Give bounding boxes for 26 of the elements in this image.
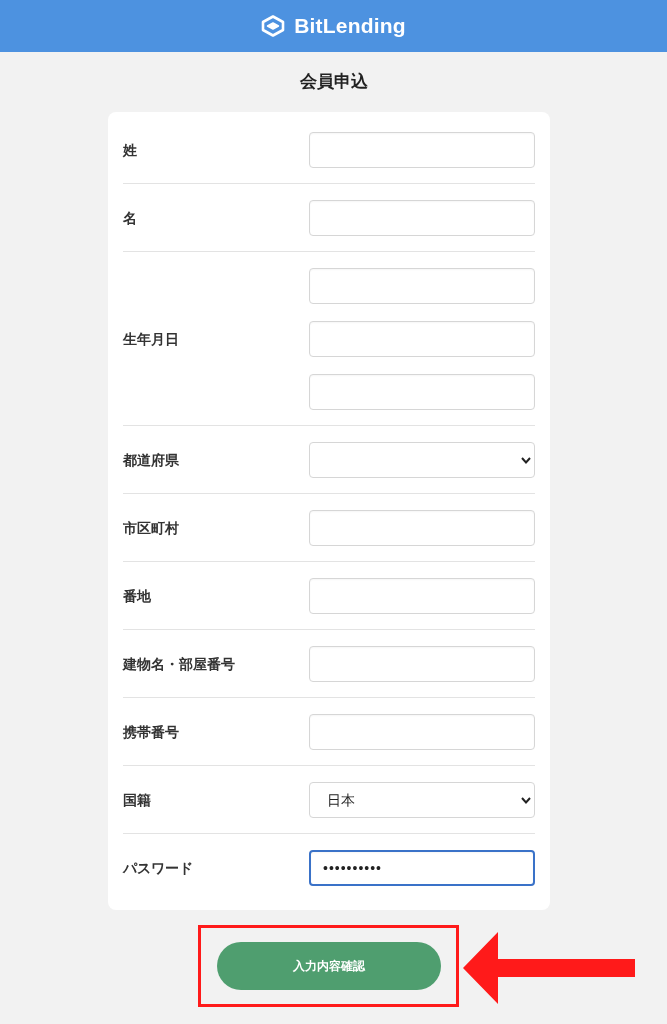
chevron-down-icon [521, 796, 531, 804]
field-label: 生年月日 [123, 331, 179, 347]
field-label: 携帯番号 [123, 724, 179, 740]
field-label: 都道府県 [123, 452, 179, 468]
field-label: パスワード [123, 860, 193, 876]
dropdown-field[interactable]: 日本 [309, 782, 535, 818]
field-label: 名 [123, 210, 137, 226]
logo-icon [261, 15, 286, 37]
page-title: 会員申込 [299, 71, 368, 94]
text-field[interactable] [309, 321, 535, 357]
field-label: 姓 [123, 142, 137, 158]
text-field[interactable] [309, 132, 535, 168]
text-field[interactable] [309, 200, 535, 236]
text-field[interactable] [309, 714, 535, 750]
field-label: 市区町村 [123, 520, 179, 536]
text-field[interactable] [309, 510, 535, 546]
text-field[interactable] [309, 578, 535, 614]
field-label: 番地 [123, 588, 151, 604]
chevron-down-icon [521, 456, 531, 464]
password-field[interactable]: •••••••••• [309, 850, 535, 886]
text-field[interactable] [309, 268, 535, 304]
field-label: 建物名・部屋番号 [123, 656, 235, 672]
dropdown-field[interactable] [309, 442, 535, 478]
text-field[interactable] [309, 374, 535, 410]
field-label: 国籍 [123, 792, 151, 808]
text-field[interactable] [309, 646, 535, 682]
